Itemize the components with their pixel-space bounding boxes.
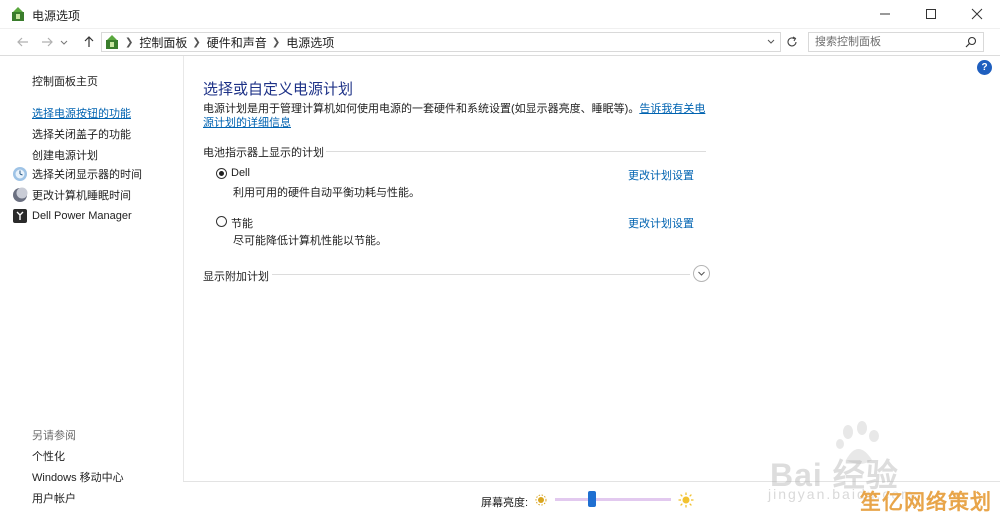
breadcrumb-control-panel[interactable]: 控制面板 [139,34,187,51]
plan-description: 尽可能降低计算机性能以节能。 [233,235,387,247]
sidebar-link-sleep-time[interactable]: 更改计算机睡眠时间 [12,187,131,203]
see-also-mobility-center[interactable]: Windows 移动中心 [32,469,124,485]
page-title: 选择或自定义电源计划 [203,81,354,98]
baidu-paw-icon [836,421,879,464]
chevron-down-icon [60,40,68,45]
window-title: 电源选项 [32,9,81,23]
sidebar-link-dell-power-manager[interactable]: Dell Power Manager [12,208,132,224]
plan-name[interactable]: Dell [231,167,250,179]
close-button[interactable] [954,0,1000,28]
sidebar-link-power-button[interactable]: 选择电源按钮的功能 [32,105,131,121]
brightness-track[interactable] [555,498,671,501]
sidebar-link-lid[interactable]: 选择关闭盖子的功能 [32,126,131,142]
plan-radio[interactable] [216,168,227,179]
breadcrumb-separator-icon: ❯ [192,36,201,48]
back-button[interactable] [14,33,32,51]
brightness-high-icon [678,492,694,508]
plan-name[interactable]: 节能 [231,215,253,231]
navigation-bar: ❯ 控制面板 ❯ 硬件和声音 ❯ 电源选项 [0,29,1000,56]
see-also-user-accounts[interactable]: 用户帐户 [32,490,76,506]
maximize-button[interactable] [908,0,954,28]
control-panel-icon [106,35,118,49]
address-dropdown-icon[interactable] [766,36,776,48]
brightness-low-icon [535,494,547,506]
page-description: 电源计划是用于管理计算机如何使用电源的一套硬件和系统设置(如显示器亮度、睡眠等)… [203,102,713,130]
minimize-button[interactable] [862,0,908,28]
search-box[interactable] [808,32,984,52]
moon-icon [13,187,28,202]
breadcrumb-hardware-sound[interactable]: 硬件和声音 [207,34,267,51]
brightness-thumb[interactable] [588,491,596,507]
see-also-heading: 另请参阅 [32,430,76,442]
breadcrumb-separator-icon: ❯ [271,36,281,48]
see-also-personalization[interactable]: 个性化 [32,448,65,464]
change-plan-settings-link[interactable]: 更改计划设置 [628,167,694,183]
expand-additional-plans-button[interactable] [693,265,710,282]
arrow-up-icon [84,36,94,47]
title-bar: 电源选项 [0,0,1000,29]
section-divider [272,274,690,275]
search-input[interactable] [809,33,971,51]
forward-button[interactable] [38,33,56,51]
arrow-left-icon [17,37,28,47]
dell-power-icon [13,209,27,223]
battery-plans-heading: 电池指示器上显示的计划 [203,147,324,159]
refresh-button[interactable] [783,32,801,52]
left-pane: 控制面板主页 选择电源按钮的功能 选择关闭盖子的功能 创建电源计划 选择关闭显示… [0,56,184,527]
minimize-icon [880,13,890,15]
additional-plans-heading[interactable]: 显示附加计划 [203,268,269,284]
breadcrumb-separator-icon: ❯ [125,36,134,48]
sidebar-link-display-off[interactable]: 选择关闭显示器的时间 [12,166,142,182]
plan-radio[interactable] [216,216,227,227]
arrow-right-icon [42,37,53,47]
sidebar-link-create-plan[interactable]: 创建电源计划 [32,147,98,163]
brightness-label: 屏幕亮度: [481,497,529,509]
description-text: 电源计划是用于管理计算机如何使用电源的一套硬件和系统设置(如显示器亮度、睡眠等)… [203,103,640,115]
refresh-icon [787,36,797,47]
section-divider [326,151,706,152]
power-options-icon [12,7,24,21]
brightness-slider[interactable] [555,491,671,507]
chevron-down-icon [698,271,705,276]
monitor-icon [13,167,27,181]
brightness-bar: 屏幕亮度: [183,481,1000,528]
plan-description: 利用可用的硬件自动平衡功耗与性能。 [233,187,420,199]
up-button[interactable] [80,33,98,51]
sidebar-link-label: Dell Power Manager [32,210,132,222]
sidebar-link-label: 更改计算机睡眠时间 [32,190,131,202]
recent-locations-button[interactable] [58,33,70,51]
help-button[interactable]: ? [977,60,992,75]
search-icon[interactable] [965,36,977,48]
maximize-icon [926,9,936,19]
control-panel-home-link[interactable]: 控制面板主页 [32,73,98,89]
breadcrumb-power-options[interactable]: 电源选项 [286,34,334,51]
address-bar[interactable]: ❯ 控制面板 ❯ 硬件和声音 ❯ 电源选项 [101,32,781,52]
sidebar-link-label: 选择关闭显示器的时间 [32,169,142,181]
change-plan-settings-link[interactable]: 更改计划设置 [628,215,694,231]
close-icon [971,8,983,20]
